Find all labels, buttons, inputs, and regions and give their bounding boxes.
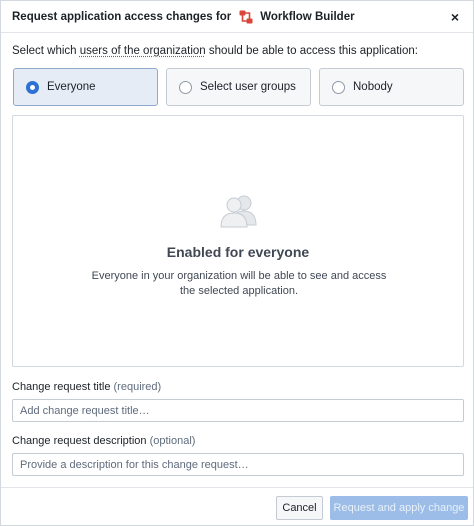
title-field-label: Change request title (required)	[12, 381, 161, 393]
title-label-text: Change request title	[12, 381, 111, 393]
radio-select-user-groups[interactable]	[179, 80, 192, 94]
option-everyone[interactable]: Everyone	[13, 68, 158, 106]
panel-title: Enabled for everyone	[166, 244, 310, 260]
panel-description: Everyone in your organization will be ab…	[91, 270, 387, 297]
close-icon[interactable]: ×	[447, 9, 463, 25]
prompt-text-after: should be able to access this applicatio…	[205, 45, 418, 57]
change-request-title-input[interactable]	[12, 399, 464, 422]
description-field-label: Change request description (optional)	[12, 435, 195, 447]
description-optional-hint: (optional)	[149, 435, 196, 447]
title-required-hint: (required)	[113, 381, 162, 393]
change-request-description-input[interactable]	[12, 453, 464, 476]
description-label-text: Change request description	[12, 435, 147, 447]
prompt-text-before: Select which	[12, 45, 80, 57]
option-select-user-groups-label: Select user groups	[200, 81, 296, 93]
dialog-title-prefix: Request application access changes for	[12, 10, 232, 23]
access-prompt: Select which users of the organization s…	[12, 45, 418, 57]
option-nobody-label: Nobody	[353, 81, 393, 93]
access-summary-panel: Enabled for everyone Everyone in your or…	[12, 115, 464, 367]
cancel-button[interactable]: Cancel	[276, 496, 323, 520]
workflow-builder-icon	[239, 10, 253, 24]
dialog-header: Request application access changes for W…	[1, 1, 473, 33]
option-nobody[interactable]: Nobody	[319, 68, 464, 106]
option-select-user-groups[interactable]: Select user groups	[166, 68, 311, 106]
option-everyone-label: Everyone	[47, 81, 96, 93]
users-of-organization-link[interactable]: users of the organization	[80, 45, 206, 57]
radio-everyone[interactable]	[26, 80, 39, 94]
radio-nobody[interactable]	[332, 80, 345, 94]
footer-divider	[1, 487, 473, 488]
request-and-apply-button[interactable]: Request and apply change	[330, 496, 468, 520]
access-change-dialog: Request application access changes for W…	[0, 0, 474, 526]
people-icon	[217, 193, 261, 234]
dialog-app-name: Workflow Builder	[260, 10, 355, 23]
